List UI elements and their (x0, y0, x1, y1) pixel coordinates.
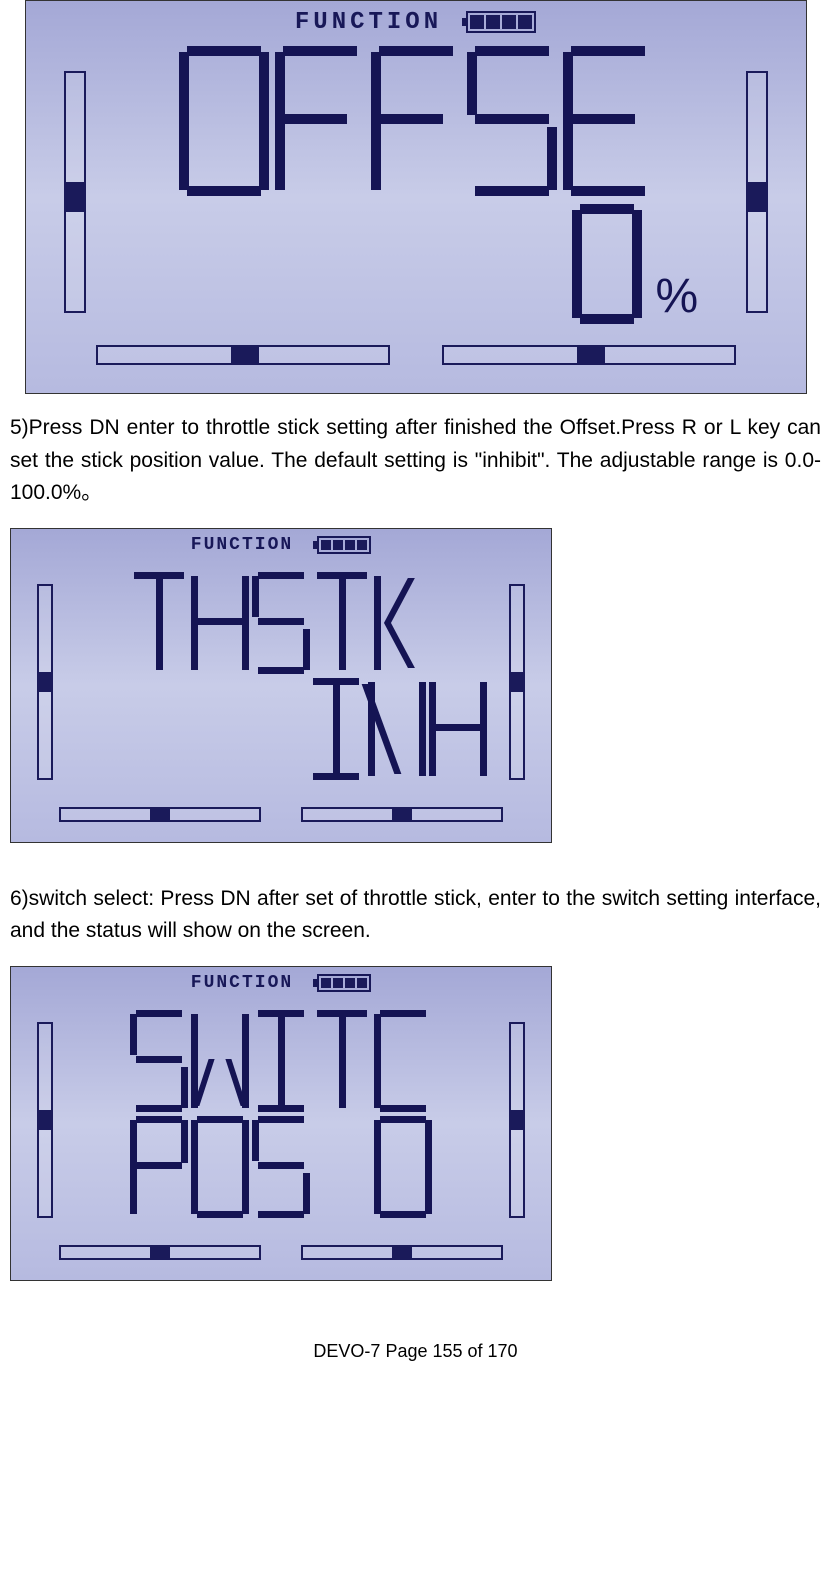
paragraph-6: 6)switch select: Press DN after set of t… (10, 883, 821, 948)
seg-char (313, 572, 371, 674)
battery-icon (313, 974, 371, 992)
trim-bar-bottom-left (59, 1245, 261, 1260)
seg-char (313, 1010, 371, 1112)
seg-char (191, 1010, 249, 1112)
seg-char (130, 1010, 188, 1112)
trim-bar-right (509, 584, 525, 780)
seg-char (130, 1116, 188, 1218)
trim-bar-right (509, 1022, 525, 1218)
battery-icon (462, 11, 536, 33)
trim-bar-bottom-right (301, 807, 503, 822)
trim-bar-left (37, 1022, 53, 1218)
trim-bar-bottom-right (301, 1245, 503, 1260)
seg-char (467, 46, 557, 196)
lcd-screenshot-offset: FUNCTION (25, 0, 807, 394)
lcd-display-area (65, 1011, 497, 1218)
seg-char (371, 46, 461, 196)
lcd-header-text: FUNCTION (295, 9, 442, 36)
trim-bar-bottom-left (96, 345, 390, 365)
seg-char (374, 1010, 432, 1112)
seg-char (252, 1116, 310, 1218)
seg-char (275, 46, 365, 196)
seg-char (429, 678, 487, 780)
lcd-display-area (65, 572, 497, 779)
seg-char (368, 678, 426, 780)
battery-icon (313, 536, 371, 554)
lcd-display-area: % (104, 56, 728, 315)
seg-char (374, 572, 432, 674)
seg-char (191, 1116, 249, 1218)
trim-bar-left (64, 71, 86, 313)
percent-symbol: % (656, 269, 699, 324)
trim-bar-bottom-left (59, 807, 261, 822)
trim-bar-right (746, 71, 768, 313)
seg-char (572, 204, 642, 324)
page-footer: DEVO-7 Page 155 of 170 (10, 1281, 821, 1382)
lcd-screenshot-thstk: FUNCTION (10, 528, 552, 843)
seg-char (563, 46, 653, 196)
paragraph-5: 5)Press DN enter to throttle stick setti… (10, 412, 821, 510)
lcd-screenshot-switc: FUNCTION (10, 966, 552, 1281)
seg-char (179, 46, 269, 196)
lcd-header-text: FUNCTION (191, 535, 293, 555)
seg-char (252, 572, 310, 674)
seg-char (374, 1116, 432, 1218)
seg-char (313, 1116, 371, 1218)
trim-bar-bottom-right (442, 345, 736, 365)
lcd-header-text: FUNCTION (191, 973, 293, 993)
seg-char (130, 572, 188, 674)
seg-char (252, 1010, 310, 1112)
seg-char (307, 678, 365, 780)
trim-bar-left (37, 584, 53, 780)
seg-char (191, 572, 249, 674)
